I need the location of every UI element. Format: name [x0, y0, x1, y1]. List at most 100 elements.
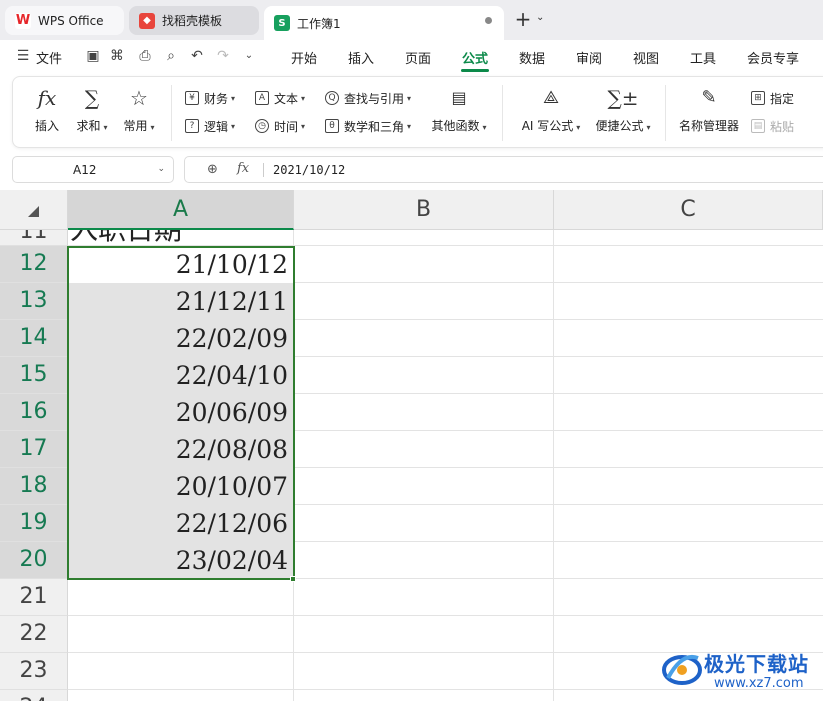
fx-icon: fx: [37, 86, 57, 110]
cell-a14[interactable]: 22/02/09: [69, 320, 293, 357]
ai-formula-button[interactable]: ⟁ AI 写公式 ▾: [519, 85, 583, 134]
row-header-18[interactable]: 18: [0, 468, 68, 505]
menu-tools[interactable]: 工具: [690, 48, 716, 67]
new-tab-icon[interactable]: +: [514, 8, 532, 30]
cell-a12[interactable]: 21/10/12: [69, 246, 293, 283]
text-icon: A: [255, 91, 269, 105]
quick-formula-button[interactable]: ∑± 便捷公式 ▾: [593, 85, 653, 134]
row-header-20[interactable]: 20: [0, 542, 68, 579]
logic-functions-button[interactable]: ? 逻辑 ▾: [185, 117, 235, 135]
cell-a15[interactable]: 22/04/10: [69, 357, 293, 394]
ribbon-divider: [665, 85, 666, 141]
select-all-icon: [28, 206, 39, 217]
row-header-15[interactable]: 15: [0, 357, 68, 394]
redo-icon[interactable]: ↷: [214, 47, 232, 65]
formula-value[interactable]: 2021/10/12: [273, 163, 345, 177]
menu-hamburger-icon[interactable]: ☰: [14, 47, 32, 65]
other-functions-label: 其他函数 ▾: [431, 119, 487, 133]
row-header-16[interactable]: 16: [0, 394, 68, 431]
menu-insert[interactable]: 插入: [348, 48, 374, 67]
ai-icon: ⟁: [542, 87, 560, 108]
row-header-19[interactable]: 19: [0, 505, 68, 542]
ribbon-divider: [171, 85, 172, 141]
column-header-a[interactable]: A: [68, 190, 294, 230]
row-header-22[interactable]: 22: [0, 616, 68, 653]
common-functions-button[interactable]: ☆ 常用 ▾: [119, 85, 159, 134]
specify-button[interactable]: ⊞ 指定: [751, 89, 794, 107]
paste-name-button[interactable]: ▤ 粘贴: [751, 117, 794, 135]
cell-a16[interactable]: 20/06/09: [69, 394, 293, 431]
name-manager-icon: ✎: [701, 87, 717, 108]
save-icon[interactable]: ▣: [84, 47, 102, 65]
column-header-b[interactable]: B: [294, 190, 554, 230]
finance-functions-button[interactable]: ¥ 财务 ▾: [185, 89, 235, 107]
name-manager-label: 名称管理器: [678, 119, 739, 133]
math-functions-button[interactable]: θ 数学和三角 ▾: [325, 117, 411, 135]
menu-home[interactable]: 开始: [291, 48, 317, 67]
tab-label: 找稻壳模板: [162, 14, 223, 28]
menu-review[interactable]: 审阅: [576, 48, 602, 67]
menu-bar: ☰ 文件 ▣ ⌘ ⎙ ⌕ ↶ ↷ ⌄ 开始 插入 页面 公式 数据 审阅 视图 …: [0, 40, 823, 72]
watermark-title: 极光下载站: [704, 652, 809, 676]
fill-handle[interactable]: [290, 576, 296, 582]
text-functions-button[interactable]: A 文本 ▾: [255, 89, 305, 107]
menu-member[interactable]: 会员专享: [747, 48, 799, 67]
formula-divider: [263, 163, 264, 177]
insert-function-label: 插入: [34, 119, 59, 133]
fx-icon[interactable]: fx: [237, 161, 249, 176]
menu-formulas[interactable]: 公式: [462, 48, 488, 67]
chevron-down-icon[interactable]: ⌄: [536, 12, 544, 23]
tab-workbook[interactable]: S 工作簿1: [264, 6, 504, 40]
undo-icon[interactable]: ↶: [188, 47, 206, 65]
finance-icon: ¥: [185, 91, 199, 105]
row-header-14[interactable]: 14: [0, 320, 68, 357]
row-header-12[interactable]: 12: [0, 246, 68, 283]
autosum-button[interactable]: ∑ 求和 ▾: [72, 85, 112, 134]
specify-icon: ⊞: [751, 91, 765, 105]
menu-data[interactable]: 数据: [519, 48, 545, 67]
formula-input[interactable]: ⊕ fx 2021/10/12: [184, 156, 823, 183]
spreadsheet-grid[interactable]: A B C 1112131415161718192021222324 入职日期 …: [0, 190, 823, 701]
watermark-logo-icon: [662, 655, 702, 685]
tab-wps-office[interactable]: W WPS Office: [5, 6, 124, 35]
menu-view[interactable]: 视图: [633, 48, 659, 67]
watermark: 极光下载站 www.xz7.com: [660, 646, 820, 698]
formula-bar: A12 ⌄ ⊕ fx 2021/10/12: [0, 152, 823, 188]
lookup-functions-button[interactable]: Q 查找与引用 ▾: [325, 89, 411, 107]
tab-template[interactable]: ◆ 找稻壳模板: [129, 6, 259, 35]
active-menu-indicator: [461, 69, 489, 72]
math-icon: θ: [325, 119, 339, 133]
row-header-24[interactable]: 24: [0, 690, 68, 701]
unsaved-dot-icon[interactable]: [485, 17, 492, 24]
print-icon[interactable]: ⎙: [136, 47, 154, 65]
select-all-button[interactable]: [0, 190, 68, 230]
cell-a17[interactable]: 22/08/08: [69, 431, 293, 468]
name-manager-button[interactable]: ✎ 名称管理器: [677, 85, 741, 134]
menu-page[interactable]: 页面: [405, 48, 431, 67]
row-header-13[interactable]: 13: [0, 283, 68, 320]
common-functions-label: 常用 ▾: [123, 119, 155, 133]
insert-function-button[interactable]: fx 插入: [27, 85, 67, 134]
row-header-11[interactable]: 11: [0, 230, 68, 246]
time-functions-button[interactable]: ◷ 时间 ▾: [255, 117, 305, 135]
share-icon[interactable]: ⌘: [108, 47, 126, 65]
cell-a19[interactable]: 22/12/06: [69, 505, 293, 542]
row-header-23[interactable]: 23: [0, 653, 68, 690]
zoom-icon[interactable]: ⊕: [207, 162, 218, 177]
menu-file[interactable]: 文件: [36, 48, 62, 67]
other-functions-button[interactable]: ▤ 其他函数 ▾: [429, 85, 489, 134]
gridline: [293, 230, 294, 701]
column-header-c[interactable]: C: [554, 190, 823, 230]
quick-access-more-icon[interactable]: ⌄: [240, 47, 258, 65]
cell-a13[interactable]: 21/12/11: [69, 283, 293, 320]
cell-a20[interactable]: 23/02/04: [69, 542, 293, 579]
ribbon: fx 插入 ∑ 求和 ▾ ☆ 常用 ▾ ¥ 财务 ▾ A 文本 ▾ Q 查找与引用 ▾ ? 逻辑 ▾…: [12, 76, 823, 148]
chevron-down-icon[interactable]: ⌄: [157, 164, 165, 174]
cell-a18[interactable]: 20/10/07: [69, 468, 293, 505]
ai-formula-label: AI 写公式 ▾: [521, 119, 581, 133]
row-header-21[interactable]: 21: [0, 579, 68, 616]
name-box[interactable]: A12 ⌄: [12, 156, 174, 183]
row-header-17[interactable]: 17: [0, 431, 68, 468]
print-preview-icon[interactable]: ⌕: [162, 47, 180, 65]
partial-header-cell[interactable]: 入职日期: [70, 230, 290, 246]
